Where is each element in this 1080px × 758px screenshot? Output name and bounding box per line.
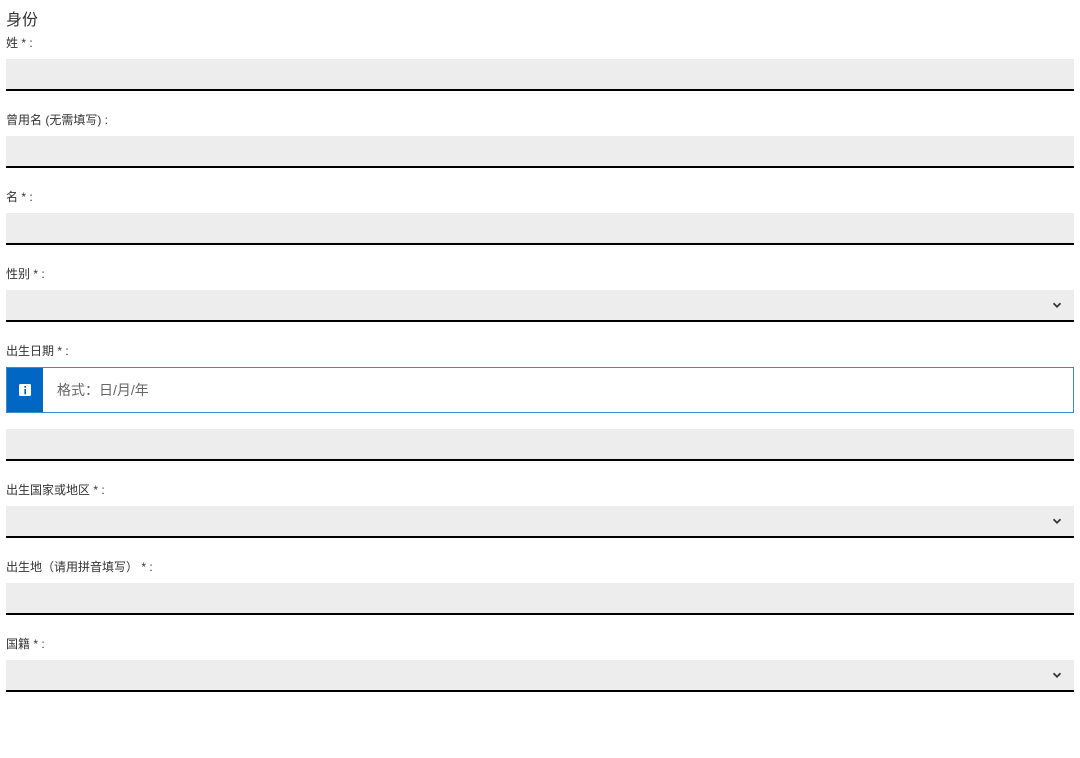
field-former-name: 曾用名 (无需填写) : bbox=[6, 111, 1074, 168]
former-name-input[interactable] bbox=[6, 136, 1074, 168]
birth-country-select[interactable] bbox=[6, 506, 1074, 538]
given-name-input[interactable] bbox=[6, 213, 1074, 245]
dob-hint-box: 格式：日/月/年 bbox=[6, 367, 1074, 413]
gender-select[interactable] bbox=[6, 290, 1074, 322]
chevron-down-icon bbox=[1050, 298, 1064, 312]
field-dob: 出生日期 * : 格式：日/月/年 bbox=[6, 342, 1074, 461]
nationality-label: 国籍 * : bbox=[6, 635, 1074, 652]
field-given-name: 名 * : bbox=[6, 188, 1074, 245]
info-icon bbox=[7, 368, 43, 412]
field-gender: 性别 * : bbox=[6, 265, 1074, 322]
field-birth-place: 出生地（请用拼音填写） * : bbox=[6, 558, 1074, 615]
gender-label: 性别 * : bbox=[6, 265, 1074, 282]
surname-label: 姓 * : bbox=[6, 34, 1074, 51]
given-name-label: 名 * : bbox=[6, 188, 1074, 205]
former-name-label: 曾用名 (无需填写) : bbox=[6, 111, 1074, 128]
dob-label: 出生日期 * : bbox=[6, 342, 1074, 359]
birth-place-input[interactable] bbox=[6, 583, 1074, 615]
field-birth-country: 出生国家或地区 * : bbox=[6, 481, 1074, 538]
chevron-down-icon bbox=[1050, 514, 1064, 528]
dob-hint-text: 格式：日/月/年 bbox=[43, 368, 149, 412]
nationality-select[interactable] bbox=[6, 660, 1074, 692]
birth-place-label: 出生地（请用拼音填写） * : bbox=[6, 558, 1074, 575]
field-nationality: 国籍 * : bbox=[6, 635, 1074, 692]
birth-country-label: 出生国家或地区 * : bbox=[6, 481, 1074, 498]
field-surname: 姓 * : bbox=[6, 34, 1074, 91]
chevron-down-icon bbox=[1050, 668, 1064, 682]
identity-section-title: 身份 bbox=[6, 6, 1074, 30]
dob-input[interactable] bbox=[6, 429, 1074, 461]
surname-input[interactable] bbox=[6, 59, 1074, 91]
